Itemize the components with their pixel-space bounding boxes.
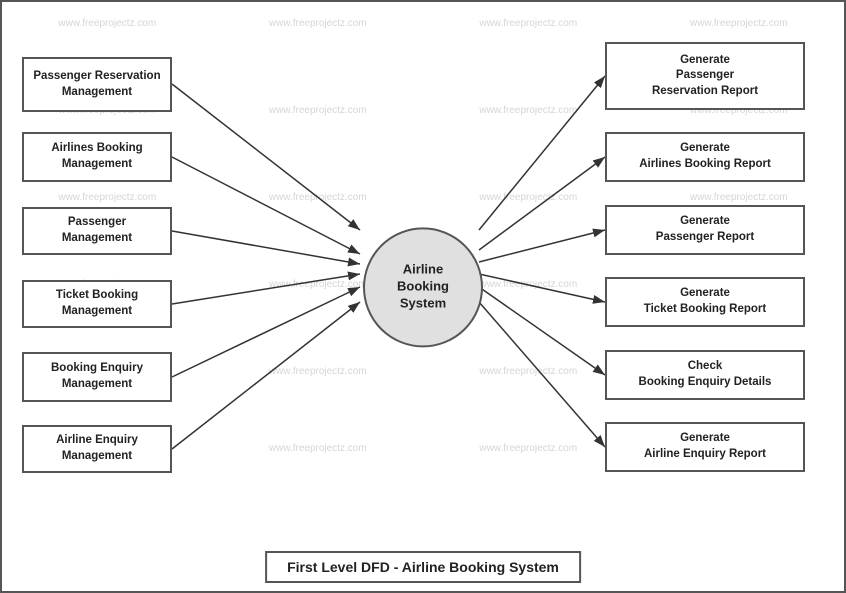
footer-label: First Level DFD - Airline Booking System (265, 551, 581, 583)
rb6-label: GenerateAirline Enquiry Report (644, 431, 766, 462)
lb4-box: Ticket BookingManagement (22, 280, 172, 328)
rb3-box: GeneratePassenger Report (605, 205, 805, 255)
lb6-label: Airline EnquiryManagement (56, 433, 138, 464)
lb2-box: Airlines BookingManagement (22, 132, 172, 182)
rb2-label: GenerateAirlines Booking Report (639, 141, 771, 172)
main-container: www.freeprojectz.com www.freeprojectz.co… (0, 0, 846, 593)
rb6-box: GenerateAirline Enquiry Report (605, 422, 805, 472)
lb3-box: PassengerManagement (22, 207, 172, 255)
lb3-label: PassengerManagement (62, 215, 132, 246)
lb5-label: Booking EnquiryManagement (51, 361, 143, 392)
rb2-box: GenerateAirlines Booking Report (605, 132, 805, 182)
lb6-box: Airline EnquiryManagement (22, 425, 172, 473)
lb4-label: Ticket BookingManagement (56, 288, 138, 319)
rb5-label: CheckBooking Enquiry Details (639, 359, 772, 390)
rb4-label: GenerateTicket Booking Report (644, 286, 766, 317)
lb1-label: Passenger ReservationManagement (33, 69, 160, 100)
footer-text: First Level DFD - Airline Booking System (287, 559, 559, 575)
lb2-label: Airlines BookingManagement (51, 141, 142, 172)
center-circle: AirlineBookingSystem (363, 227, 483, 347)
rb3-label: GeneratePassenger Report (656, 214, 754, 245)
rb4-box: GenerateTicket Booking Report (605, 277, 805, 327)
rb5-box: CheckBooking Enquiry Details (605, 350, 805, 400)
rb1-label: GeneratePassengerReservation Report (652, 53, 758, 100)
lb5-box: Booking EnquiryManagement (22, 352, 172, 402)
lb1-box: Passenger ReservationManagement (22, 57, 172, 112)
rb1-box: GeneratePassengerReservation Report (605, 42, 805, 110)
center-label: AirlineBookingSystem (397, 262, 449, 313)
